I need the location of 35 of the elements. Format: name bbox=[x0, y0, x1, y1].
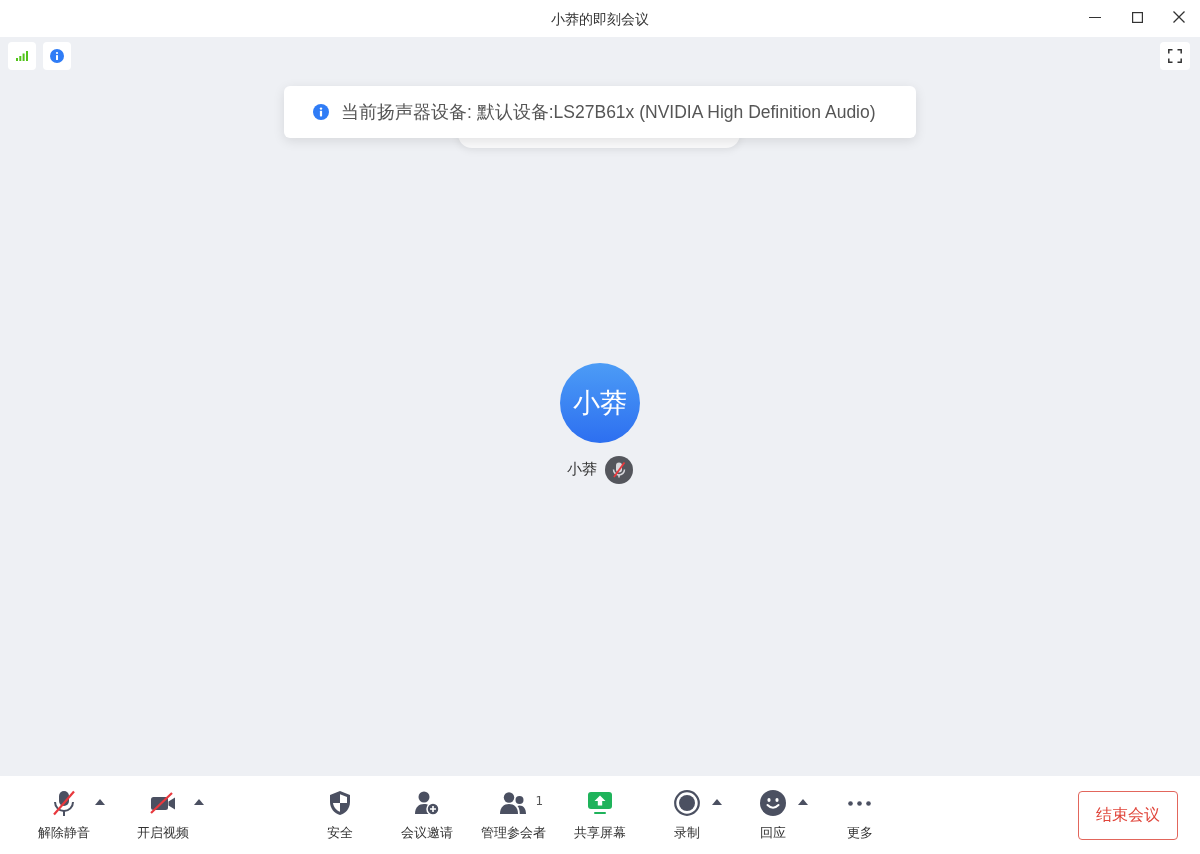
record-button[interactable]: 录制 bbox=[673, 789, 700, 842]
notification-text: 当前扬声器设备: 默认设备:LS27B61x (NVIDIA High Definition Audio) bbox=[341, 101, 876, 124]
close-icon bbox=[1173, 11, 1185, 23]
participant-name: 小莽 bbox=[567, 460, 597, 479]
end-meeting-button[interactable]: 结束会议 bbox=[1078, 791, 1178, 840]
security-button[interactable]: 安全 bbox=[327, 789, 354, 842]
info-icon bbox=[50, 49, 64, 63]
maximize-icon bbox=[1131, 11, 1143, 23]
reaction-button[interactable]: 回应 bbox=[760, 789, 787, 842]
fullscreen-button[interactable] bbox=[1160, 42, 1190, 70]
more-button[interactable]: 更多 bbox=[846, 789, 873, 842]
shield-icon bbox=[330, 791, 351, 815]
window-title: 小莽的即刻会议 bbox=[551, 11, 649, 29]
invite-button[interactable]: 会议邀请 bbox=[400, 789, 453, 842]
minimize-icon bbox=[1089, 16, 1101, 18]
add-person-icon bbox=[414, 791, 439, 815]
smiley-icon bbox=[760, 790, 787, 816]
unmute-button[interactable]: 解除静音 bbox=[38, 789, 90, 842]
fullscreen-icon bbox=[1168, 49, 1182, 63]
caret-icon[interactable] bbox=[711, 799, 722, 805]
screen-upload-icon bbox=[588, 792, 612, 814]
info-icon bbox=[313, 104, 329, 120]
avatar: 小莽 bbox=[560, 362, 640, 443]
participants-button[interactable]: 1 管理参会者 bbox=[480, 789, 546, 842]
caret-icon[interactable] bbox=[798, 799, 809, 805]
participant-count: 1 bbox=[535, 794, 544, 808]
people-icon bbox=[500, 792, 527, 814]
meeting-info-button[interactable] bbox=[43, 42, 71, 70]
signal-icon bbox=[16, 51, 28, 61]
share-screen-button[interactable]: 共享屏幕 bbox=[574, 789, 626, 842]
caret-icon[interactable] bbox=[95, 799, 105, 805]
caret-icon[interactable] bbox=[194, 799, 204, 805]
more-icon bbox=[848, 800, 872, 806]
start-video-button[interactable]: 开启视频 bbox=[137, 789, 189, 842]
record-icon bbox=[673, 790, 700, 816]
